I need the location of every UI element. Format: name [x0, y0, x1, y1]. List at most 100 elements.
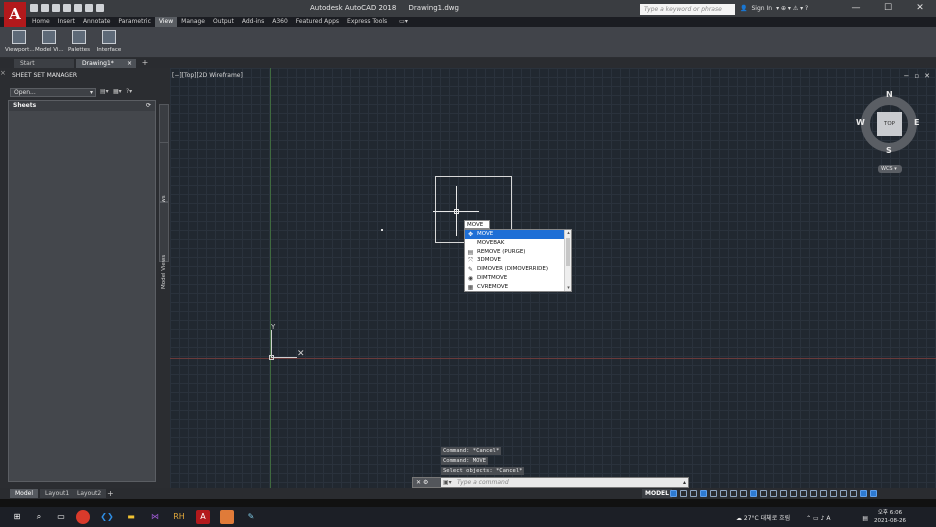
new-icon[interactable] [30, 4, 38, 12]
chevron-up-icon[interactable]: ▴ [683, 479, 686, 486]
model-viewports-button[interactable]: Model Vi... [35, 28, 64, 56]
visual-studio-icon[interactable]: ⋈ [148, 510, 162, 524]
autocomplete-item[interactable]: ⤧ 3DMOVE [465, 256, 571, 265]
ribbon-minimize-icon[interactable]: ▭▾ [391, 17, 408, 27]
selection-cycling-icon[interactable] [770, 490, 777, 497]
ribbon-tab-express-tools[interactable]: Express Tools [343, 17, 391, 27]
add-layout-button[interactable]: + [107, 489, 114, 498]
layout2-tab[interactable]: Layout2 [72, 489, 107, 498]
scroll-down-icon[interactable]: ▾ [565, 285, 571, 291]
isolate-objects-icon[interactable] [840, 490, 847, 497]
sign-in-link[interactable]: Sign In [751, 5, 772, 12]
minimize-button[interactable]: — [840, 0, 872, 17]
units-icon[interactable] [810, 490, 817, 497]
drawing1-tab[interactable]: Drawing1* × [76, 59, 136, 68]
recent-commands-icon[interactable]: ▣▾ [443, 479, 452, 486]
viewport-restore-icon[interactable]: ▫ [914, 72, 919, 80]
viewport-minimize-icon[interactable]: − [904, 72, 910, 80]
ribbon-tab-view[interactable]: View [154, 17, 178, 27]
palettes-button[interactable]: Palettes [65, 28, 93, 56]
ribbon-tab-home[interactable]: Home [28, 17, 54, 27]
undo-icon[interactable] [85, 4, 93, 12]
cart-icon[interactable]: ▾ ⊕ ▾ ⚠ ▾ ? [776, 5, 808, 12]
notification-icon[interactable]: ▤ [862, 515, 868, 522]
polar-icon[interactable] [710, 490, 717, 497]
isodraft-icon[interactable] [720, 490, 727, 497]
help-icon[interactable]: ?▾ [126, 88, 136, 96]
start-tab[interactable]: Start [14, 59, 74, 68]
search-icon[interactable]: ⌕ [32, 510, 46, 524]
grid-icon[interactable] [670, 490, 677, 497]
redo-icon[interactable] [96, 4, 104, 12]
snap-icon[interactable] [680, 490, 687, 497]
dynamic-input-icon[interactable] [690, 490, 697, 497]
customization-icon[interactable] [870, 490, 877, 497]
hardware-accel-icon[interactable] [850, 490, 857, 497]
app-taskbar-icon[interactable] [220, 510, 234, 524]
wcs-menu[interactable]: WCS ▾ [878, 165, 902, 173]
annotation-scale-icon[interactable] [780, 490, 787, 497]
ribbon-tab-annotate[interactable]: Annotate [79, 17, 114, 27]
lineweight-icon[interactable] [750, 490, 757, 497]
vscode-icon[interactable]: ❮❯ [100, 510, 114, 524]
drawing-canvas[interactable]: [−][Top][2D Wireframe] − ▫ ✕ TOP N S E W… [170, 68, 936, 488]
command-autocomplete-list[interactable]: ✥ MOVE MOVEBAK ▤ REMOVE (PURGE) ⤧ 3DMOVE ✎ DIMOV… [464, 229, 572, 292]
dynamic-input-field[interactable]: MOVE [464, 220, 490, 229]
viewport-configuration-button[interactable]: Viewport... [5, 28, 35, 56]
command-line[interactable]: ✕⚙ ▣▾ Type a command ▴ [412, 477, 689, 488]
autocomplete-item[interactable]: ✎ DIMOVER (DIMOVERRIDE) [465, 265, 571, 274]
file-explorer-icon[interactable]: ▬ [124, 510, 138, 524]
windows-start-icon[interactable]: ⊞ [10, 510, 24, 524]
publish-icon[interactable]: ▤▾ [100, 88, 110, 96]
compass-east[interactable]: E [914, 118, 919, 127]
close-button[interactable]: ✕ [904, 0, 936, 17]
ime-indicator[interactable]: A [826, 515, 830, 522]
autocomplete-item[interactable]: ▦ CVREMOVE [465, 283, 571, 291]
application-menu-button[interactable]: A [4, 2, 26, 28]
transparency-icon[interactable] [760, 490, 767, 497]
weather-text[interactable]: 27°C 대체로 흐림 [744, 515, 790, 522]
ribbon-tab-parametric[interactable]: Parametric [114, 17, 155, 27]
layout1-tab[interactable]: Layout1 [40, 489, 75, 498]
autocomplete-item[interactable]: ▤ REMOVE (PURGE) [465, 248, 571, 257]
compass-south[interactable]: S [886, 146, 892, 155]
ribbon-tab-insert[interactable]: Insert [54, 17, 79, 27]
model-space-button[interactable]: MODEL [642, 489, 672, 498]
osnap-tracking-icon[interactable] [730, 490, 737, 497]
sign-in-area[interactable]: 👤 Sign In ▾ ⊕ ▾ ⚠ ▾ ? [740, 5, 808, 12]
scroll-thumb[interactable] [566, 238, 570, 266]
ribbon-tab-add-ins[interactable]: Add-ins [238, 17, 268, 27]
weather-icon[interactable]: ☁ [736, 515, 742, 522]
lock-ui-icon[interactable] [830, 490, 837, 497]
ribbon-tab-a360[interactable]: A360 [268, 17, 292, 27]
model-layout-tab[interactable]: Model [10, 489, 39, 498]
sheet-selection-icon[interactable]: ▦▾ [113, 88, 123, 96]
annotation-monitor-icon[interactable] [800, 490, 807, 497]
open-icon[interactable] [41, 4, 49, 12]
autocomplete-scrollbar[interactable]: ▴ ▾ [564, 230, 571, 291]
compass-west[interactable]: W [856, 118, 865, 127]
ribbon-tab-manage[interactable]: Manage [177, 17, 209, 27]
osnap-icon[interactable] [740, 490, 747, 497]
chrome-icon[interactable] [76, 510, 90, 524]
ortho-icon[interactable] [700, 490, 707, 497]
keyword-search-input[interactable]: Type a keyword or phrase [640, 4, 735, 15]
ribbon-tab-featured-apps[interactable]: Featured Apps [292, 17, 343, 27]
viewcube-top-face[interactable]: TOP [877, 112, 902, 136]
autocomplete-item[interactable]: ✥ MOVE [465, 230, 571, 239]
palette-close-icon[interactable]: × [0, 70, 7, 77]
compass-north[interactable]: N [886, 90, 893, 99]
viewport-controls-label[interactable]: [−][Top][2D Wireframe] [172, 72, 243, 79]
workspace-icon[interactable] [790, 490, 797, 497]
ribbon-tab-output[interactable]: Output [209, 17, 238, 27]
command-input[interactable]: Type a command [457, 479, 509, 486]
autocomplete-item[interactable]: ◉ DIMTMOVE [465, 274, 571, 283]
tray-icons[interactable]: ⌃ ▭ ♪ [806, 515, 824, 522]
save-as-icon[interactable] [63, 4, 71, 12]
autocomplete-item[interactable]: MOVEBAK [465, 239, 571, 248]
task-view-icon[interactable]: ▭ [54, 510, 68, 524]
plot-icon[interactable] [74, 4, 82, 12]
quick-properties-icon[interactable] [820, 490, 827, 497]
model-views-tab[interactable]: Model Views [159, 202, 169, 289]
interface-button[interactable]: Interface [95, 28, 123, 56]
